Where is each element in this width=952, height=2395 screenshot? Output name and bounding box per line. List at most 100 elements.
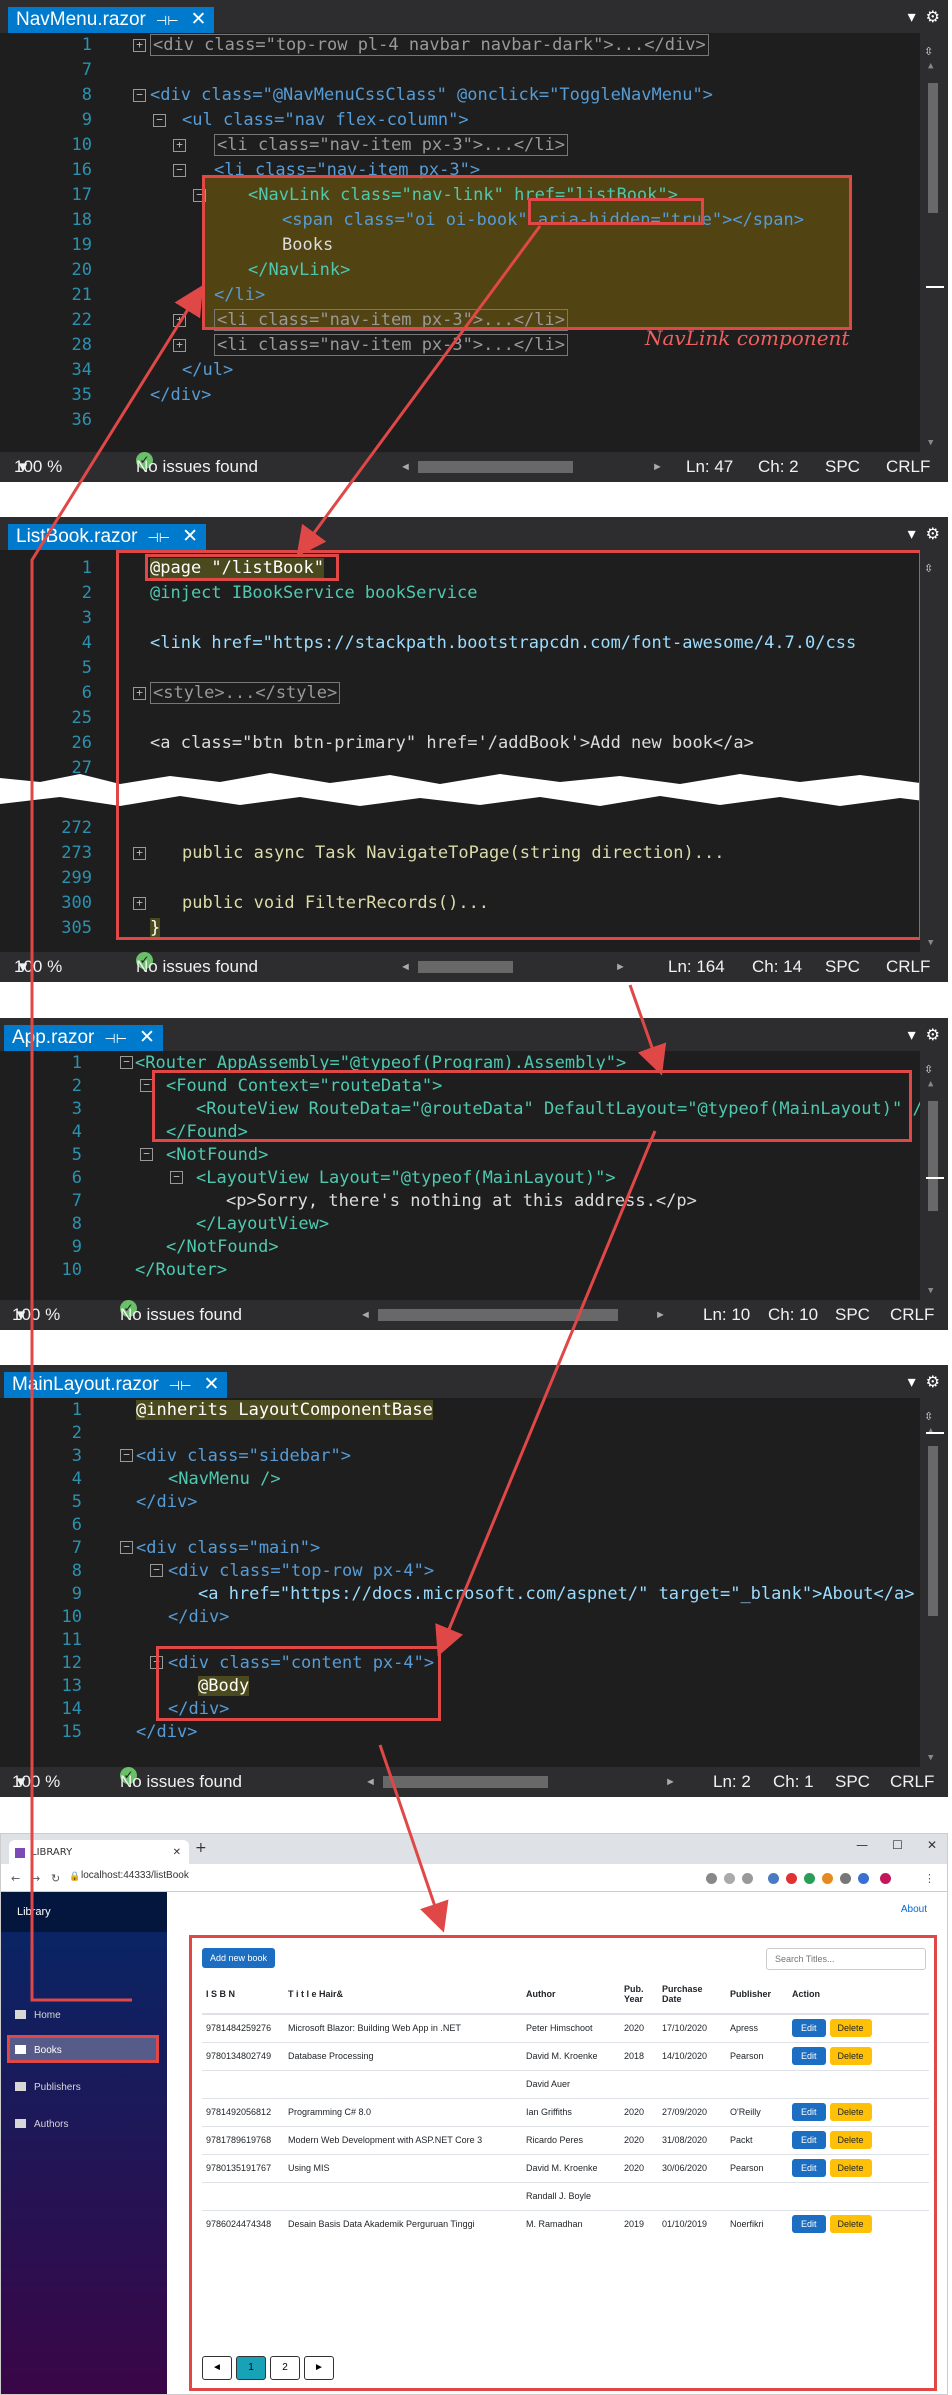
- close-icon[interactable]: ✕: [182, 526, 198, 547]
- scroll-up-icon[interactable]: ▲: [928, 1426, 933, 1436]
- line-ending-indicator[interactable]: CRLF: [886, 952, 930, 982]
- line-ending-indicator[interactable]: CRLF: [890, 1767, 934, 1797]
- zoom-level[interactable]: 100 % ▾: [12, 1300, 60, 1330]
- tab-app[interactable]: App.razor ⊣⊢ ✕: [4, 1025, 163, 1051]
- collapse-icon[interactable]: −: [120, 1541, 133, 1554]
- forward-icon[interactable]: →: [31, 1872, 40, 1885]
- scroll-right-icon[interactable]: ►: [655, 1300, 666, 1330]
- menu-icon[interactable]: ⋮: [924, 1872, 935, 1885]
- pin-icon[interactable]: ⊣⊢: [147, 530, 170, 545]
- scroll-down-icon[interactable]: ▼: [928, 438, 933, 448]
- dropdown-icon[interactable]: ▾: [908, 1025, 916, 1044]
- app-brand[interactable]: Library: [1, 1892, 167, 1932]
- vertical-scrollbar[interactable]: ⇳ ▲ ▼: [920, 1398, 948, 1767]
- scroll-right-icon[interactable]: ►: [615, 952, 626, 982]
- nav-authors[interactable]: Authors: [15, 2119, 68, 2130]
- nav-home[interactable]: Home: [15, 2010, 61, 2021]
- zoom-level[interactable]: 100 % ▾: [14, 952, 62, 982]
- close-icon[interactable]: ✕: [191, 9, 207, 30]
- delete-button[interactable]: Delete: [829, 2131, 872, 2149]
- collapse-icon[interactable]: −: [120, 1056, 133, 1069]
- expand-icon[interactable]: +: [173, 139, 186, 152]
- star-icon[interactable]: [742, 1873, 753, 1884]
- scroll-left-icon[interactable]: ◄: [360, 1300, 371, 1330]
- code-area[interactable]: 1 2 3 4 5 6 7 8 9 10 11 12 13 14 15 − − …: [0, 1398, 920, 1767]
- extension-icon[interactable]: [786, 1873, 797, 1884]
- page-1-button[interactable]: 1: [236, 2356, 266, 2380]
- tab-mainlayout[interactable]: MainLayout.razor ⊣⊢ ✕: [4, 1372, 228, 1398]
- horizontal-scrollbar[interactable]: [418, 461, 573, 473]
- prev-page-button[interactable]: ◄: [202, 2356, 232, 2380]
- scroll-left-icon[interactable]: ◄: [400, 452, 411, 482]
- scroll-down-icon[interactable]: ▼: [928, 1753, 933, 1763]
- url-input[interactable]: localhost:44333/listBook: [81, 1870, 189, 1881]
- collapse-icon[interactable]: −: [153, 114, 166, 127]
- gear-icon[interactable]: ⚙: [926, 1025, 940, 1044]
- scroll-right-icon[interactable]: ►: [652, 452, 663, 482]
- minimize-icon[interactable]: —: [856, 1838, 868, 1852]
- delete-button[interactable]: Delete: [829, 2103, 872, 2121]
- zoom-level[interactable]: 100 % ▾: [14, 452, 62, 482]
- dropdown-icon[interactable]: ▾: [908, 1372, 916, 1391]
- gear-icon[interactable]: ⚙: [926, 7, 940, 26]
- edit-button[interactable]: Edit: [792, 2103, 826, 2121]
- zoom-level[interactable]: 100 % ▾: [12, 1767, 60, 1797]
- collapsed-block[interactable]: <li class="nav-item px-3">...</li>: [214, 134, 568, 156]
- scroll-left-icon[interactable]: ◄: [400, 952, 411, 982]
- code-area[interactable]: 1 7 8 9 10 16 17 18 19 20 21 22 28 34 35…: [0, 33, 920, 452]
- expand-icon[interactable]: +: [173, 339, 186, 352]
- whitespace-indicator[interactable]: SPC: [835, 1300, 870, 1330]
- maximize-icon[interactable]: ☐: [892, 1838, 903, 1852]
- reload-icon[interactable]: ↻: [51, 1872, 60, 1885]
- dropdown-icon[interactable]: ▾: [908, 524, 916, 543]
- collapse-icon[interactable]: −: [133, 89, 146, 102]
- collapse-icon[interactable]: −: [140, 1148, 153, 1161]
- line-ending-indicator[interactable]: CRLF: [886, 452, 930, 482]
- nav-books[interactable]: Books: [15, 2045, 62, 2056]
- split-icon[interactable]: ⇳: [924, 1406, 933, 1424]
- extension-icon[interactable]: [858, 1873, 869, 1884]
- delete-button[interactable]: Delete: [829, 2215, 872, 2234]
- add-book-button[interactable]: Add new book: [202, 1948, 276, 1968]
- expand-icon[interactable]: +: [173, 314, 186, 327]
- scrollbar-thumb[interactable]: [928, 1446, 938, 1616]
- split-icon[interactable]: ⇳: [924, 558, 933, 576]
- search-input[interactable]: [766, 1948, 926, 1970]
- collapse-icon[interactable]: −: [170, 1171, 183, 1184]
- close-window-icon[interactable]: ✕: [927, 1838, 937, 1852]
- translate-icon[interactable]: [706, 1873, 717, 1884]
- scroll-up-icon[interactable]: ▲: [928, 1079, 933, 1089]
- gear-icon[interactable]: ⚙: [926, 1372, 940, 1391]
- zoom-icon[interactable]: [724, 1873, 735, 1884]
- about-link[interactable]: About: [901, 1904, 927, 1915]
- new-tab-button[interactable]: +: [195, 1840, 207, 1856]
- code-area[interactable]: 1 2 3 4 5 6 25 26 27 272 273 299 300 305…: [0, 550, 920, 952]
- extension-icon[interactable]: [768, 1873, 779, 1884]
- close-icon[interactable]: ✕: [139, 1027, 155, 1048]
- extension-icon[interactable]: [822, 1873, 833, 1884]
- gear-icon[interactable]: ⚙: [926, 524, 940, 543]
- avatar[interactable]: [880, 1873, 891, 1884]
- collapsed-block[interactable]: <div class="top-row pl-4 navbar navbar-d…: [150, 34, 709, 56]
- horizontal-scrollbar[interactable]: [378, 1309, 618, 1321]
- tab-navmenu[interactable]: NavMenu.razor ⊣⊢ ✕: [8, 7, 215, 33]
- edit-button[interactable]: Edit: [792, 2019, 826, 2038]
- collapse-icon[interactable]: −: [173, 164, 186, 177]
- whitespace-indicator[interactable]: SPC: [825, 952, 860, 982]
- pin-icon[interactable]: ⊣⊢: [169, 1378, 192, 1393]
- pin-icon[interactable]: ⊣⊢: [156, 13, 179, 28]
- line-ending-indicator[interactable]: CRLF: [890, 1300, 934, 1330]
- whitespace-indicator[interactable]: SPC: [825, 452, 860, 482]
- delete-button[interactable]: Delete: [829, 2159, 872, 2177]
- collapse-icon[interactable]: −: [120, 1449, 133, 1462]
- close-icon[interactable]: ✕: [203, 1374, 219, 1395]
- page-2-button[interactable]: 2: [270, 2356, 300, 2380]
- scroll-down-icon[interactable]: ▼: [928, 1286, 933, 1296]
- puzzle-icon[interactable]: [840, 1873, 851, 1884]
- vertical-scrollbar[interactable]: ⇳ ▼: [920, 550, 948, 952]
- dropdown-icon[interactable]: ▾: [908, 7, 916, 26]
- close-tab-icon[interactable]: ✕: [173, 1840, 181, 1866]
- whitespace-indicator[interactable]: SPC: [835, 1767, 870, 1797]
- scroll-down-icon[interactable]: ▼: [928, 938, 933, 948]
- scrollbar-thumb[interactable]: [928, 83, 938, 213]
